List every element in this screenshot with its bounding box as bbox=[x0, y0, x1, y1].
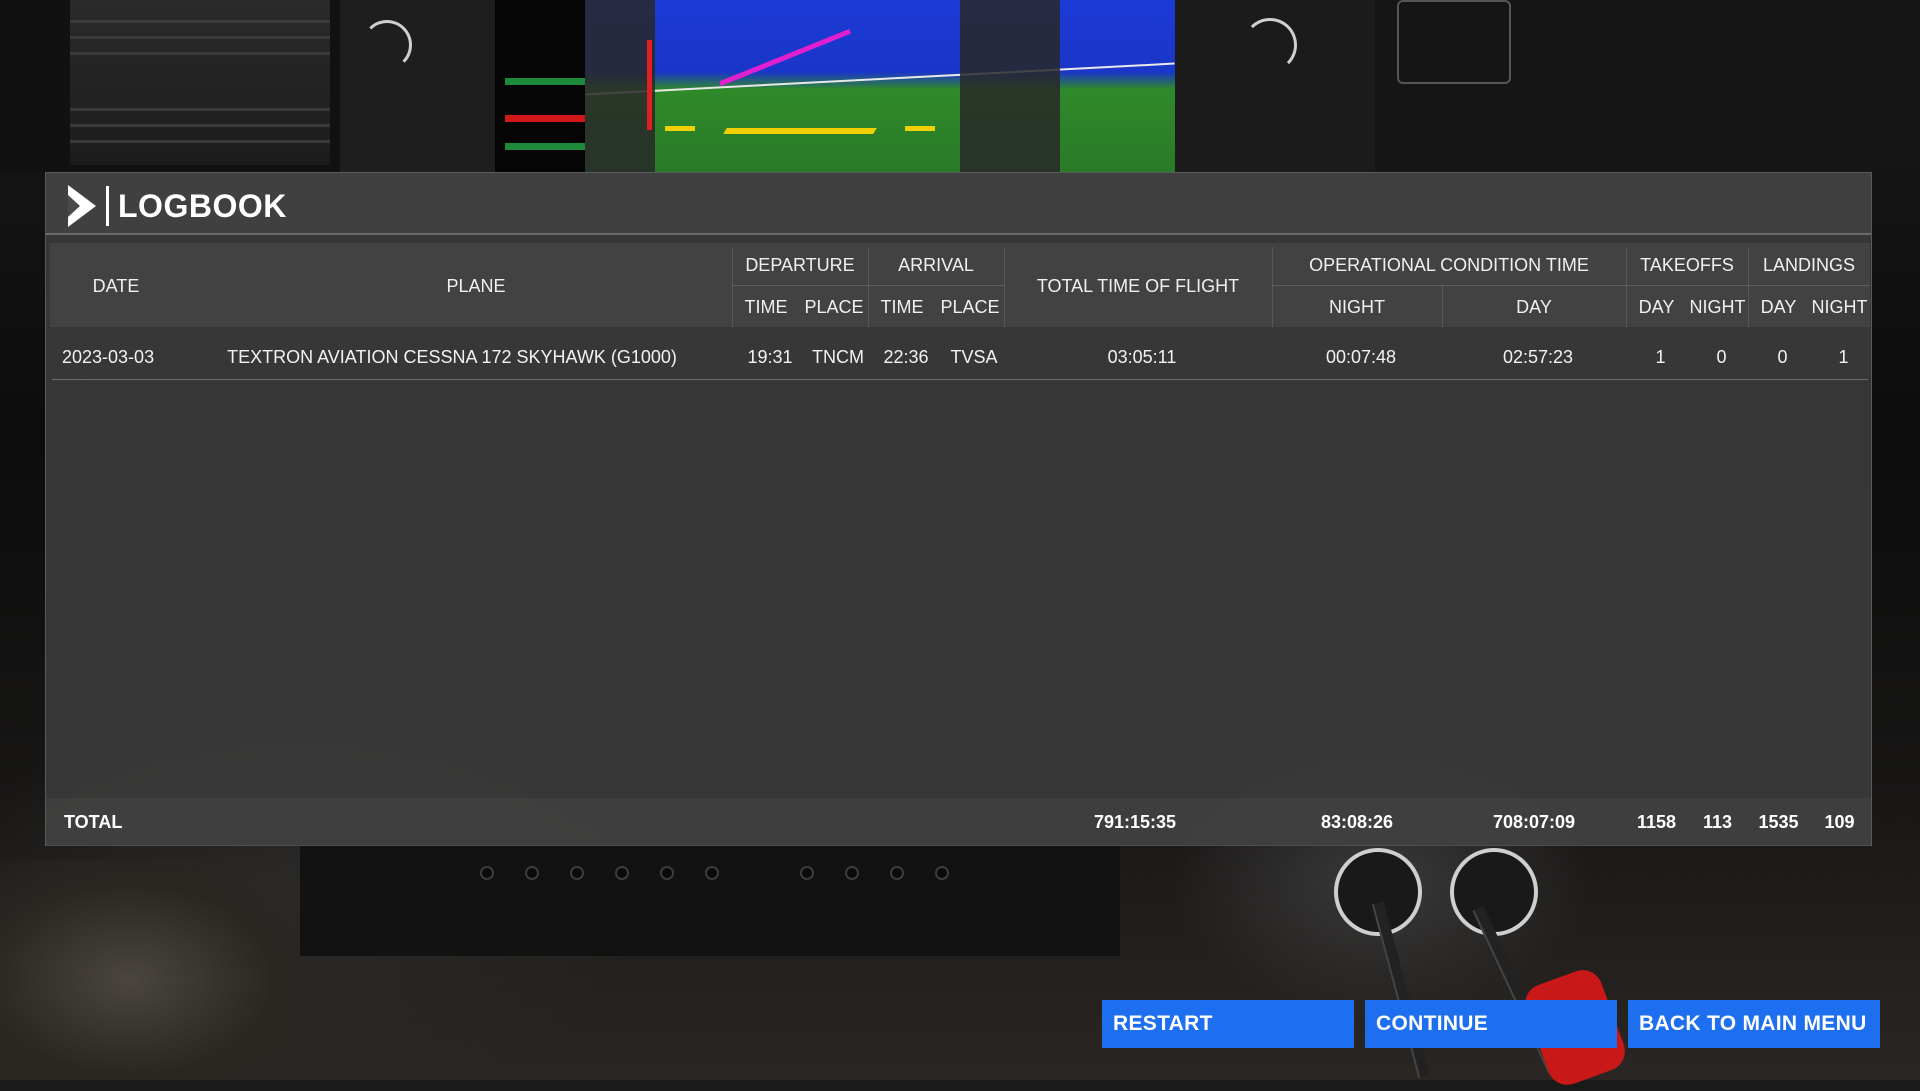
switch-panel bbox=[300, 846, 1120, 956]
cell-night: 00:07:48 bbox=[1325, 347, 1397, 367]
logbook-header: LOGBOOK bbox=[46, 173, 1871, 235]
header-divider bbox=[1272, 285, 1870, 286]
cell-departure-time: 19:31 bbox=[747, 347, 793, 367]
attitude-wing-right bbox=[905, 126, 935, 131]
total-day: 708:07:09 bbox=[1492, 812, 1576, 832]
col-arrival-place: PLACE bbox=[940, 297, 1000, 317]
title-divider bbox=[106, 186, 109, 226]
col-landings-day: DAY bbox=[1760, 297, 1797, 317]
oil-pressure-bar bbox=[505, 115, 585, 122]
aircraft-symbol-icon bbox=[723, 128, 877, 134]
total-flight-time: 791:15:35 bbox=[1093, 812, 1177, 832]
audio-panel-box bbox=[1397, 0, 1511, 84]
page-title: LOGBOOK bbox=[118, 188, 287, 224]
table-row[interactable]: 2023-03-03 TEXTRON AVIATION CESSNA 172 S… bbox=[52, 335, 1868, 380]
seat bbox=[0, 860, 300, 1080]
col-landings: LANDINGS bbox=[1762, 255, 1856, 275]
primary-flight-display bbox=[585, 0, 1175, 172]
altitude-tape bbox=[960, 0, 1060, 172]
col-landings-night: NIGHT bbox=[1811, 297, 1868, 317]
logbook-panel: LOGBOOK DATE PLANE DEPARTURE ARRIVAL TOT… bbox=[45, 172, 1872, 846]
airspeed-tape bbox=[585, 0, 655, 172]
header-divider bbox=[732, 285, 1004, 286]
total-takeoffs-night: 113 bbox=[1702, 812, 1733, 832]
col-night: NIGHT bbox=[1329, 297, 1385, 317]
col-departure: DEPARTURE bbox=[745, 255, 855, 275]
restart-button[interactable]: RESTART bbox=[1102, 1000, 1354, 1048]
logbook-chevron-notch bbox=[68, 195, 80, 217]
cell-plane: TEXTRON AVIATION CESSNA 172 SKYHAWK (G10… bbox=[227, 347, 677, 367]
total-label: TOTAL bbox=[64, 812, 123, 832]
warning-placard bbox=[70, 0, 330, 165]
cockpit-background bbox=[0, 0, 1920, 172]
col-date: DATE bbox=[92, 276, 140, 296]
continue-button[interactable]: CONTINUE bbox=[1365, 1000, 1617, 1048]
total-row: TOTAL 791:15:35 83:08:26 708:07:09 1158 … bbox=[46, 798, 1871, 846]
cell-takeoffs-night: 0 bbox=[1716, 347, 1727, 367]
back-to-main-menu-button[interactable]: BACK TO MAIN MENU bbox=[1628, 1000, 1880, 1048]
fuel-flow-bar bbox=[505, 78, 585, 85]
cell-landings-night: 1 bbox=[1838, 347, 1849, 367]
cell-day: 02:57:23 bbox=[1502, 347, 1574, 367]
total-takeoffs-day: 1158 bbox=[1636, 812, 1677, 832]
cell-total-time: 03:05:11 bbox=[1107, 347, 1177, 367]
col-departure-time: TIME bbox=[744, 297, 788, 317]
col-takeoffs-night: NIGHT bbox=[1689, 297, 1746, 317]
horizon-line bbox=[585, 62, 1175, 96]
col-arrival-time: TIME bbox=[880, 297, 924, 317]
total-landings-day: 1535 bbox=[1758, 812, 1799, 832]
airspeed-redline bbox=[647, 40, 652, 130]
cell-takeoffs-day: 1 bbox=[1655, 347, 1666, 367]
col-plane: PLANE bbox=[446, 276, 506, 296]
col-departure-place: PLACE bbox=[804, 297, 864, 317]
total-landings-night: 109 bbox=[1824, 812, 1855, 832]
oil-temp-bar bbox=[505, 143, 585, 150]
cell-arrival-time: 22:36 bbox=[883, 347, 929, 367]
cell-date: 2023-03-03 bbox=[62, 347, 155, 367]
crs-baro-knob-icon bbox=[1243, 18, 1297, 72]
mixture-knob-icon bbox=[1450, 848, 1538, 936]
attitude-wing-left bbox=[665, 126, 695, 131]
cell-landings-day: 0 bbox=[1777, 347, 1788, 367]
total-night: 83:08:26 bbox=[1320, 812, 1394, 832]
col-total-time: TOTAL TIME OF FLIGHT bbox=[1036, 276, 1240, 296]
col-arrival: ARRIVAL bbox=[898, 255, 974, 275]
nav-knob-icon bbox=[362, 20, 412, 70]
col-day: DAY bbox=[1516, 297, 1552, 317]
col-takeoffs-day: DAY bbox=[1638, 297, 1675, 317]
col-operational-condition: OPERATIONAL CONDITION TIME bbox=[1309, 255, 1589, 275]
gauge-bezel-right bbox=[1175, 0, 1375, 172]
col-takeoffs: TAKEOFFS bbox=[1640, 255, 1734, 275]
cell-departure-place: TNCM bbox=[812, 347, 864, 367]
flight-director-bar bbox=[719, 28, 851, 87]
cell-arrival-place: TVSA bbox=[950, 347, 998, 367]
